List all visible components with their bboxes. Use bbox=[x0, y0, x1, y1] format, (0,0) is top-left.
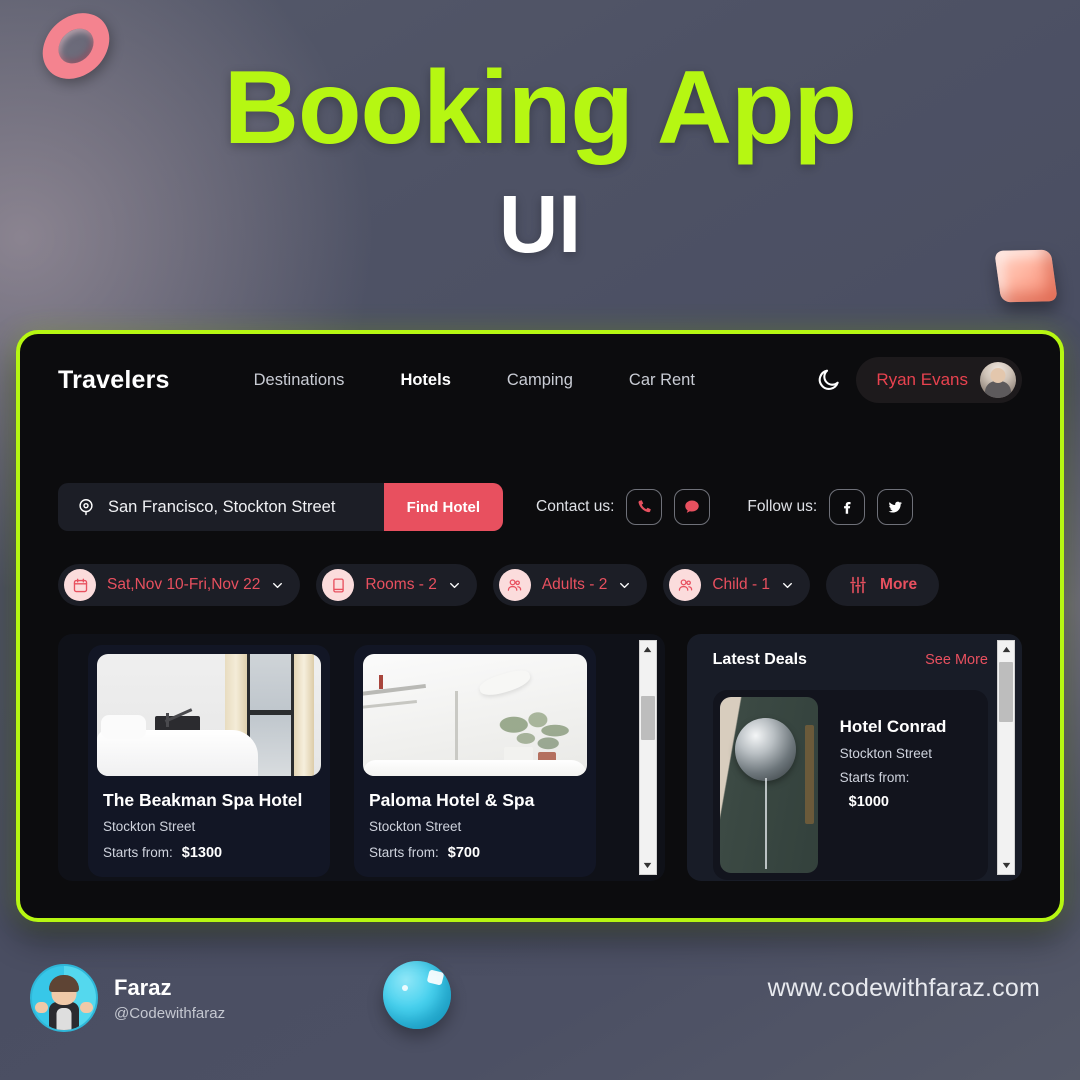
contact-label: Contact us: bbox=[536, 498, 615, 515]
hotel-price-value: $700 bbox=[447, 845, 481, 861]
filter-chip-child[interactable]: Child - 1 bbox=[663, 564, 811, 606]
deals-header: Latest Deals See More bbox=[713, 651, 988, 669]
hotels-scrollbar[interactable] bbox=[638, 640, 657, 875]
author-name: Faraz bbox=[114, 974, 172, 1000]
calendar-icon bbox=[64, 569, 96, 601]
hotel-street: Stockton Street bbox=[103, 819, 196, 834]
sphere-3d-prop bbox=[383, 961, 451, 1029]
author-handle: @Codewithfaraz bbox=[114, 1004, 226, 1022]
deal-price-label: Starts from: bbox=[839, 770, 910, 785]
filter-chip-more-label: More bbox=[880, 576, 918, 593]
footer-author: Faraz @Codewithfaraz bbox=[30, 964, 225, 1032]
filter-chip-dates-label: Sat,Nov 10-Fri,Nov 22 bbox=[107, 576, 261, 593]
hotel-card[interactable]: The Beakman Spa Hotel Stockton Street St… bbox=[88, 645, 330, 877]
chat-icon[interactable] bbox=[674, 489, 711, 525]
facebook-icon[interactable] bbox=[829, 489, 866, 525]
deals-panel: Latest Deals See More Hotel Conrad Stock… bbox=[686, 634, 1022, 881]
hotels-scrollbar-track[interactable] bbox=[640, 658, 656, 857]
deals-title: Latest Deals bbox=[712, 651, 807, 668]
hotel-price-label: Starts from: bbox=[103, 845, 173, 860]
nav-item-hotels[interactable]: Hotels bbox=[400, 371, 450, 390]
hotel-name: The Beakman Spa Hotel bbox=[103, 790, 303, 810]
caret-down-icon[interactable] bbox=[998, 857, 1014, 874]
sphere-highlight-a bbox=[426, 968, 445, 986]
headline-line-1: Booking App bbox=[223, 50, 857, 166]
profile-pill[interactable]: Ryan Evans bbox=[856, 357, 1022, 403]
caret-down-icon[interactable] bbox=[640, 857, 656, 874]
child-icon bbox=[669, 569, 702, 601]
search-box[interactable]: San Francisco, Stockton Street Find Hote… bbox=[58, 483, 503, 531]
hotel-street: Stockton Street bbox=[369, 819, 462, 834]
hotel-price-label: Starts from: bbox=[369, 845, 439, 860]
hotel-price-value: $1300 bbox=[181, 845, 223, 861]
chevron-down-icon bbox=[273, 582, 283, 588]
deals-scrollbar-track[interactable] bbox=[998, 658, 1014, 857]
avatar bbox=[980, 362, 1016, 398]
deals-scrollbar-thumb[interactable] bbox=[999, 661, 1013, 722]
filter-chip-more[interactable]: More bbox=[826, 564, 940, 606]
follow-label: Follow us: bbox=[747, 498, 818, 515]
find-hotel-button[interactable]: Find Hotel bbox=[383, 483, 503, 531]
navbar-right: Ryan Evans bbox=[816, 357, 1022, 403]
caret-up-icon[interactable] bbox=[998, 641, 1014, 658]
hotel-price-row: Starts from: $1300 bbox=[103, 845, 321, 861]
follow-group: Follow us: bbox=[747, 489, 914, 525]
adults-icon bbox=[498, 569, 531, 601]
moon-icon[interactable] bbox=[816, 367, 842, 393]
nav-links: Destinations Hotels Camping Car Rent bbox=[254, 371, 695, 390]
hotels-scrollbar-thumb[interactable] bbox=[640, 695, 655, 740]
filter-chip-child-label: Child - 1 bbox=[712, 576, 771, 593]
phone-icon[interactable] bbox=[626, 489, 663, 525]
navbar: Travelers Destinations Hotels Camping Ca… bbox=[58, 334, 1022, 426]
contact-group: Contact us: bbox=[536, 489, 711, 525]
author-avatar bbox=[30, 964, 98, 1032]
filter-chip-adults-label: Adults - 2 bbox=[541, 576, 608, 593]
room-icon bbox=[322, 569, 355, 601]
sliders-icon bbox=[850, 576, 866, 594]
filter-chip-rooms[interactable]: Rooms - 2 bbox=[316, 564, 477, 606]
deal-card[interactable]: Hotel Conrad Stockton Street Starts from… bbox=[712, 690, 988, 880]
filter-chip-dates[interactable]: Sat,Nov 10-Fri,Nov 22 bbox=[58, 564, 301, 606]
twitter-icon[interactable] bbox=[877, 489, 914, 525]
bedroom-window-photo bbox=[97, 654, 321, 776]
search-input[interactable]: San Francisco, Stockton Street bbox=[108, 498, 384, 517]
poster: Booking App UI Travelers Destinations Ho… bbox=[0, 0, 1080, 1080]
deal-name: Hotel Conrad bbox=[839, 717, 947, 736]
deals-scrollbar[interactable] bbox=[997, 640, 1015, 875]
chevron-down-icon bbox=[620, 582, 630, 588]
map-pin-icon bbox=[79, 499, 93, 516]
hotel-card[interactable]: Paloma Hotel & Spa Stockton Street Start… bbox=[354, 645, 596, 877]
brand-logo[interactable]: Travelers bbox=[58, 366, 170, 395]
sphere-highlight-b bbox=[402, 985, 409, 992]
headline-line-2: UI bbox=[499, 179, 581, 270]
hotels-panel: The Beakman Spa Hotel Stockton Street St… bbox=[58, 634, 665, 881]
app-window: Travelers Destinations Hotels Camping Ca… bbox=[16, 330, 1064, 922]
filter-chips-row: Sat,Nov 10-Fri,Nov 22 Rooms - 2 Adults -… bbox=[58, 564, 1022, 606]
hotel-price-row: Starts from: $700 bbox=[369, 845, 587, 861]
chevron-down-icon bbox=[783, 582, 792, 588]
profile-name: Ryan Evans bbox=[876, 370, 968, 389]
nav-item-destinations[interactable]: Destinations bbox=[254, 371, 345, 390]
filter-chip-rooms-label: Rooms - 2 bbox=[365, 576, 437, 593]
see-more-link[interactable]: See More bbox=[925, 652, 988, 668]
nav-item-car-rent[interactable]: Car Rent bbox=[629, 371, 695, 390]
deal-street: Stockton Street bbox=[839, 746, 932, 761]
white-room-plants-photo bbox=[363, 654, 587, 776]
website-url: www.codewithfaraz.com bbox=[767, 974, 1040, 1002]
nav-item-camping[interactable]: Camping bbox=[507, 371, 573, 390]
content-row: The Beakman Spa Hotel Stockton Street St… bbox=[58, 634, 1022, 881]
filter-chip-adults[interactable]: Adults - 2 bbox=[492, 564, 648, 606]
chevron-down-icon bbox=[449, 582, 459, 588]
deal-info: Hotel Conrad Stockton Street Starts from… bbox=[818, 697, 947, 873]
silver-balloon-photo bbox=[719, 697, 818, 873]
hotel-name: Paloma Hotel & Spa bbox=[369, 790, 535, 810]
poster-headline: Booking App UI bbox=[0, 56, 1080, 266]
search-row: San Francisco, Stockton Street Find Hote… bbox=[58, 483, 1022, 531]
deal-price-value: $1000 bbox=[848, 794, 889, 810]
caret-up-icon[interactable] bbox=[640, 641, 656, 658]
